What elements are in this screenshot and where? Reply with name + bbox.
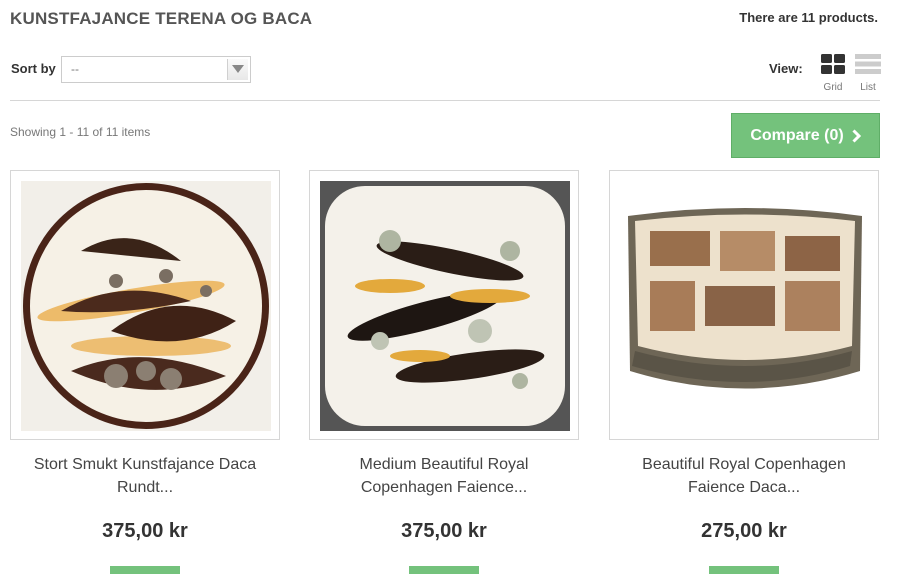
- product-price: 375,00 kr: [102, 520, 188, 542]
- add-to-cart-button[interactable]: [110, 566, 180, 574]
- sort-select[interactable]: --: [61, 56, 251, 83]
- compare-button[interactable]: Compare (0): [731, 113, 880, 158]
- product-card[interactable]: Beautiful Royal Copenhagen Faience Daca.…: [609, 170, 879, 574]
- product-name[interactable]: Medium Beautiful Royal Copenhagen Faienc…: [309, 453, 579, 499]
- grid-icon: [821, 54, 845, 74]
- divider: [10, 100, 880, 101]
- view-label: View:: [769, 61, 803, 76]
- chevron-right-icon: [852, 128, 861, 143]
- sort-label: Sort by: [11, 61, 56, 76]
- product-name[interactable]: Stort Smukt Kunstfajance Daca Rundt...: [10, 453, 280, 499]
- showing-count: Showing 1 - 11 of 11 items: [10, 125, 151, 139]
- product-name[interactable]: Beautiful Royal Copenhagen Faience Daca.…: [609, 453, 879, 499]
- product-price: 375,00 kr: [401, 520, 487, 542]
- product-price: 275,00 kr: [701, 520, 787, 542]
- product-image[interactable]: [609, 170, 879, 440]
- chevron-down-icon[interactable]: [227, 59, 248, 80]
- list-icon: [855, 54, 881, 74]
- view-grid-button[interactable]: Grid: [820, 54, 846, 93]
- product-card[interactable]: Medium Beautiful Royal Copenhagen Faienc…: [309, 170, 579, 574]
- product-image[interactable]: [10, 170, 280, 440]
- view-grid-label: Grid: [823, 82, 843, 93]
- product-count: There are 11 products.: [739, 10, 878, 25]
- category-title: KUNSTFAJANCE TERENA OG BACA: [10, 9, 313, 28]
- add-to-cart-button[interactable]: [709, 566, 779, 574]
- compare-label: Compare (0): [750, 126, 844, 144]
- view-list-label: List: [860, 82, 876, 93]
- view-list-button[interactable]: List: [855, 54, 881, 93]
- product-card[interactable]: Stort Smukt Kunstfajance Daca Rundt... 3…: [10, 170, 280, 574]
- product-image[interactable]: [309, 170, 579, 440]
- sort-selected-value: --: [71, 62, 79, 76]
- add-to-cart-button[interactable]: [409, 566, 479, 574]
